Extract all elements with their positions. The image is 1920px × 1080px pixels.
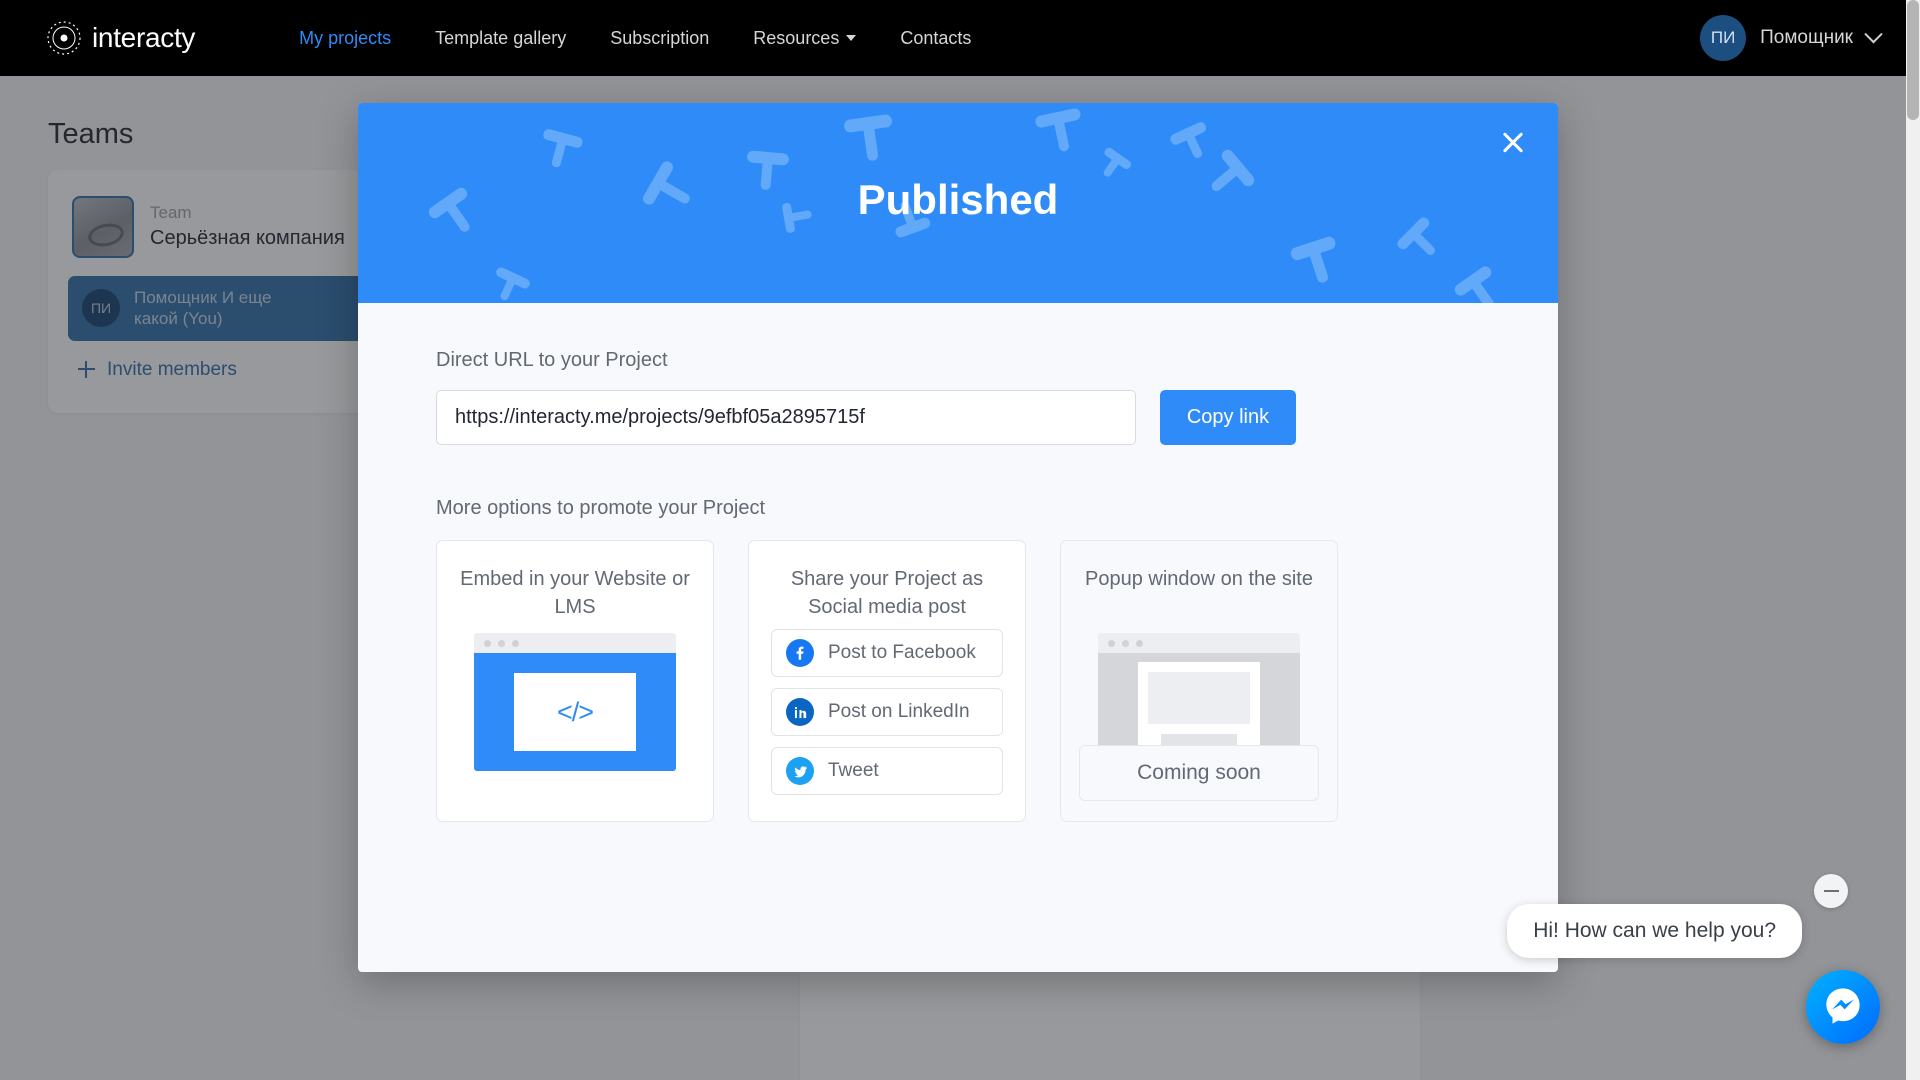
- linkedin-icon: [786, 698, 814, 726]
- option-card-social-title: Share your Project as Social media post: [790, 568, 984, 618]
- top-navigation-bar: interacty My projects Template gallery S…: [0, 0, 1920, 76]
- post-to-facebook-label: Post to Facebook: [828, 642, 976, 663]
- option-card-embed-title: Embed in your Website or LMS: [460, 568, 690, 618]
- chat-minimize-button[interactable]: [1814, 874, 1848, 908]
- scrollbar-thumb[interactable]: [1907, 0, 1919, 120]
- tweet-label: Tweet: [828, 760, 879, 781]
- chevron-down-icon: [846, 35, 857, 41]
- nav-item-template-gallery[interactable]: Template gallery: [413, 28, 588, 49]
- avatar: ПИ: [1700, 15, 1747, 61]
- brand-name: interacty: [92, 22, 196, 53]
- promote-options-cards: Embed in your Website or LMS </> Share y…: [436, 540, 1480, 822]
- window-dot-icon: [512, 639, 519, 647]
- post-to-facebook-button[interactable]: Post to Facebook: [771, 629, 1003, 677]
- post-on-linkedin-button[interactable]: Post on LinkedIn: [771, 688, 1003, 736]
- url-row: Copy link: [436, 390, 1480, 445]
- project-url-input[interactable]: [436, 390, 1136, 445]
- window-dot-icon: [498, 639, 505, 647]
- window-dot-icon: [484, 639, 491, 647]
- social-buttons-list: Post to Facebook Post on LinkedIn Tweet: [771, 629, 1003, 795]
- modal-title: Published: [857, 176, 1059, 223]
- nav-item-subscription[interactable]: Subscription: [588, 28, 731, 49]
- url-field-label: Direct URL to your Project: [436, 349, 668, 371]
- chat-greeting-bubble[interactable]: Hi! How can we help you?: [1507, 904, 1802, 958]
- code-embed-browser-illustration: </>: [474, 633, 676, 771]
- nav-item-resources-label: Resources: [753, 27, 840, 48]
- brand-logo[interactable]: interacty: [46, 20, 195, 56]
- post-on-linkedin-label: Post on LinkedIn: [828, 701, 970, 722]
- window-dot-icon: [1108, 639, 1115, 647]
- option-card-embed[interactable]: Embed in your Website or LMS </>: [436, 540, 714, 822]
- modal-hero: Published: [358, 103, 1558, 303]
- minimize-icon: [1823, 890, 1839, 892]
- nav-item-contacts[interactable]: Contacts: [878, 28, 993, 49]
- nav-items: My projects Template gallery Subscriptio…: [277, 28, 993, 49]
- chat-launcher-button[interactable]: [1806, 970, 1880, 1044]
- tweet-button[interactable]: Tweet: [771, 747, 1003, 795]
- window-dot-icon: [1136, 639, 1143, 647]
- close-icon[interactable]: [1496, 125, 1530, 159]
- nav-item-resources[interactable]: Resources: [731, 28, 878, 49]
- more-options-label: More options to promote your Project: [436, 497, 766, 519]
- app-root: Teams Team Серьёзная компания ПИ Помощни…: [0, 0, 1920, 1080]
- chevron-down-icon: [1864, 24, 1883, 43]
- user-name: Помощник: [1760, 27, 1853, 48]
- compass-logo-icon: [46, 20, 82, 56]
- page-scrollbar[interactable]: [1906, 0, 1920, 1080]
- window-dot-icon: [1122, 639, 1129, 647]
- messenger-icon: [1823, 985, 1863, 1030]
- code-icon: </>: [514, 673, 636, 751]
- nav-item-my-projects[interactable]: My projects: [277, 28, 413, 49]
- option-card-popup-title: Popup window on the site: [1085, 568, 1313, 590]
- coming-soon-badge: Coming soon: [1079, 745, 1319, 801]
- twitter-icon: [786, 757, 814, 785]
- copy-link-button[interactable]: Copy link: [1160, 390, 1296, 445]
- modal-body: Direct URL to your Project Copy link Mor…: [358, 303, 1558, 822]
- facebook-icon: [786, 639, 814, 667]
- option-card-popup: Popup window on the site Coming soon: [1060, 540, 1338, 822]
- user-menu[interactable]: ПИ Помощник: [1700, 15, 1883, 61]
- option-card-social: Share your Project as Social media post …: [748, 540, 1026, 822]
- published-modal: Published Direct URL to your Project Cop…: [358, 103, 1558, 972]
